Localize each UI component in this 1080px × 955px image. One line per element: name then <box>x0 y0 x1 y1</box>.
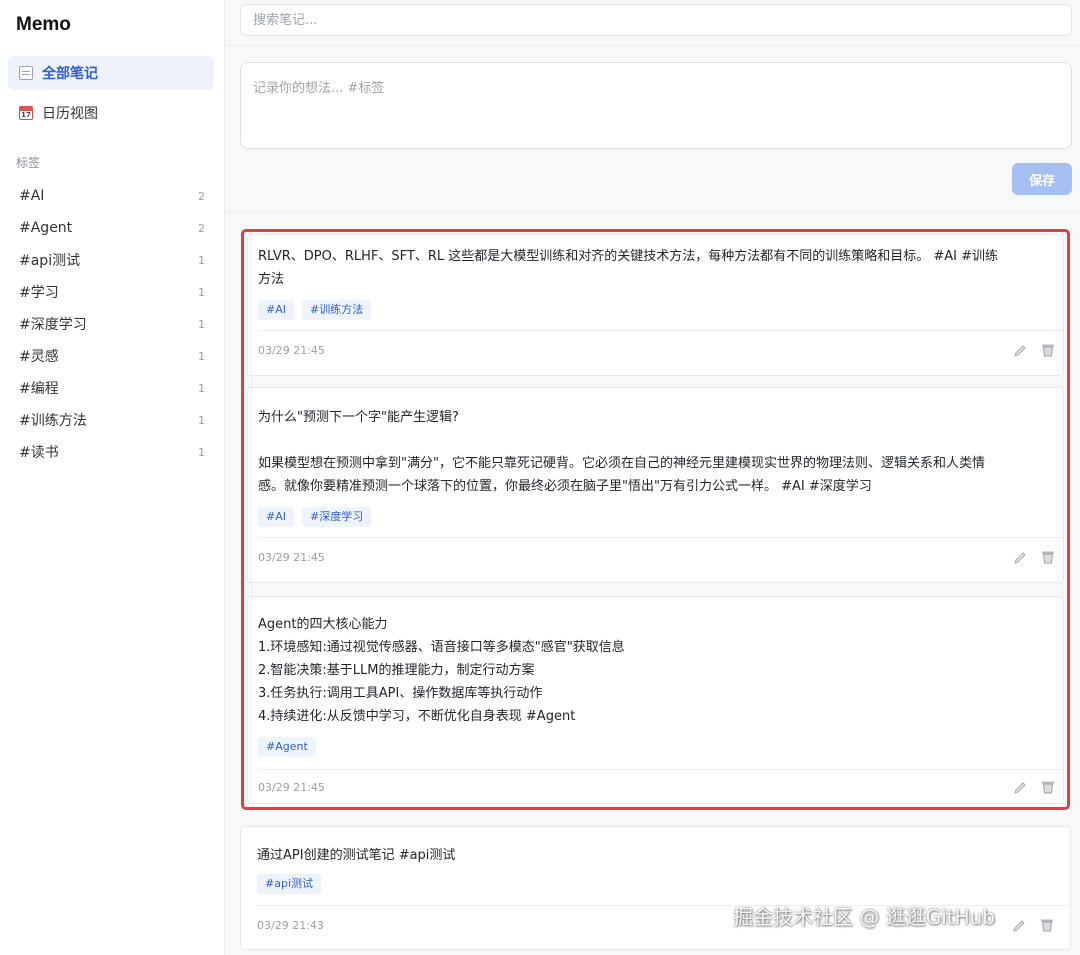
tag-label: #灵感 <box>19 349 59 365</box>
trash-icon[interactable] <box>1040 918 1054 932</box>
tag-label: #AI <box>19 188 45 204</box>
tag-label: #深度学习 <box>19 317 87 333</box>
tag-count: 2 <box>198 189 205 203</box>
save-button[interactable]: 保存 <box>1012 163 1072 195</box>
nav-all-notes-label: 全部笔记 <box>42 66 98 82</box>
tag-item-study[interactable]: #学习 1 <box>19 280 205 304</box>
memo-card: 通过API创建的测试笔记 #api测试 #api测试 03/29 21:43 <box>240 826 1071 950</box>
highlight-frame <box>241 229 1070 810</box>
search-input[interactable] <box>240 4 1072 36</box>
app-logo: Memo <box>16 14 71 35</box>
memo-content: 通过API创建的测试笔记 #api测试 <box>257 848 456 863</box>
tag-count: 1 <box>198 445 205 459</box>
calendar-icon <box>19 106 33 120</box>
tag-label: #训练方法 <box>19 413 87 429</box>
tag-count: 1 <box>198 349 205 363</box>
tag-item-deep-learning[interactable]: #深度学习 1 <box>19 312 205 336</box>
memo-composer-input[interactable] <box>240 62 1072 149</box>
tag-count: 1 <box>198 381 205 395</box>
tag-count: 1 <box>198 253 205 267</box>
tag-item-reading[interactable]: #读书 1 <box>19 440 205 464</box>
tag-count: 1 <box>198 285 205 299</box>
tag-label: #编程 <box>19 381 59 397</box>
nav-all-notes[interactable]: 全部笔记 <box>8 56 214 90</box>
tag-label: #api测试 <box>19 253 81 269</box>
tags-heading: 标签 <box>16 156 41 170</box>
tag-item-programming[interactable]: #编程 1 <box>19 376 205 400</box>
composer-divider <box>225 211 1080 212</box>
watermark: 掘金技术社区 @ 逛逛GitHub <box>733 905 996 929</box>
nav-calendar-label: 日历视图 <box>42 106 98 122</box>
memo-timestamp: 03/29 21:43 <box>257 919 324 932</box>
tag-item-inspiration[interactable]: #灵感 1 <box>19 344 205 368</box>
tag-item-api-test[interactable]: #api测试 1 <box>19 248 205 272</box>
header-divider <box>225 45 1080 46</box>
tag-count: 2 <box>198 221 205 235</box>
tag-count: 1 <box>198 413 205 427</box>
memo-tags: #api测试 <box>257 874 321 894</box>
tag-item-training-method[interactable]: #训练方法 1 <box>19 408 205 432</box>
tag-label: #Agent <box>19 220 73 236</box>
nav-calendar-view[interactable]: 日历视图 <box>8 96 214 130</box>
tag-count: 1 <box>198 317 205 331</box>
edit-icon[interactable] <box>1012 919 1026 933</box>
notes-icon <box>19 66 33 80</box>
tag-item-agent[interactable]: #Agent 2 <box>19 216 205 240</box>
tag-label: #学习 <box>19 285 59 301</box>
tag-chip[interactable]: #api测试 <box>257 874 321 894</box>
sidebar: Memo 全部笔记 日历视图 标签 #AI 2 #Agent 2 #api测试 … <box>0 0 225 955</box>
tag-item-ai[interactable]: #AI 2 <box>19 184 205 208</box>
tag-label: #读书 <box>19 445 59 461</box>
